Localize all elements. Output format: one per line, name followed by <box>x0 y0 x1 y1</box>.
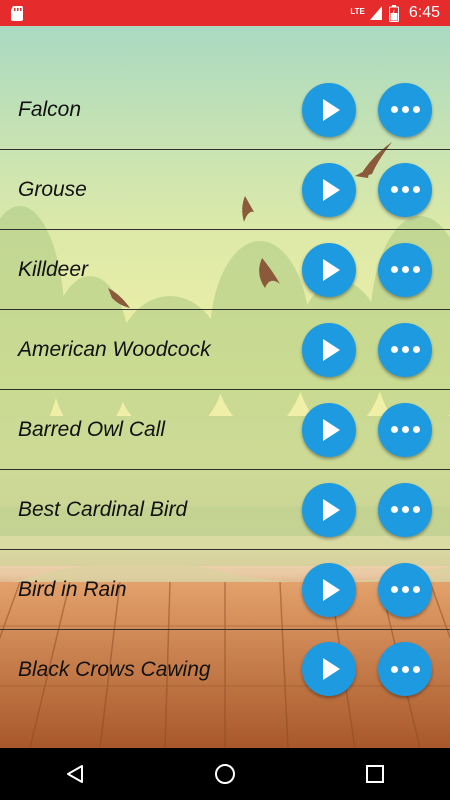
status-time: 6:45 <box>408 4 440 21</box>
more-icon <box>390 426 420 433</box>
sound-title: Falcon <box>18 97 82 121</box>
play-icon <box>323 658 340 680</box>
more-options-button[interactable] <box>378 242 432 297</box>
play-icon <box>323 578 340 601</box>
play-button[interactable] <box>302 562 356 617</box>
sound-title: Barred Owl Call <box>18 417 166 441</box>
status-bar: LTE 6:45 <box>0 0 450 26</box>
signal-icon <box>369 6 382 20</box>
status-left <box>10 5 24 21</box>
more-icon <box>390 506 420 513</box>
list-item[interactable]: American Woodcock <box>0 310 450 390</box>
more-options-button[interactable] <box>378 82 432 137</box>
play-button[interactable] <box>302 402 356 457</box>
more-options-button[interactable] <box>378 162 432 217</box>
play-icon <box>323 418 340 441</box>
status-right: LTE 6:45 <box>350 4 440 22</box>
play-button[interactable] <box>302 482 356 537</box>
more-icon <box>390 106 420 113</box>
home-icon <box>215 764 235 784</box>
back-icon <box>67 765 83 783</box>
play-button[interactable] <box>302 642 356 696</box>
list-item[interactable]: Best Cardinal Bird <box>0 470 450 550</box>
sound-title: Killdeer <box>18 257 89 281</box>
sound-list: Falcon Grouse Killdeer American Woodcock… <box>0 70 450 710</box>
list-item[interactable]: Killdeer <box>0 230 450 310</box>
more-icon <box>390 586 420 593</box>
more-options-button[interactable] <box>378 482 432 537</box>
list-item[interactable]: Barred Owl Call <box>0 390 450 470</box>
list-item[interactable]: Bird in Rain <box>0 550 450 630</box>
navigation-bar <box>0 748 450 800</box>
sound-list-screen: Falcon Grouse Killdeer American Woodcock… <box>0 26 450 748</box>
sound-title: Bird in Rain <box>18 577 127 601</box>
play-button[interactable] <box>302 82 356 137</box>
network-type-label: LTE <box>350 7 365 16</box>
more-icon <box>390 665 420 673</box>
sd-card-icon <box>11 6 23 21</box>
more-icon <box>390 346 420 353</box>
sound-title: Grouse <box>18 177 87 201</box>
back-button[interactable] <box>45 754 105 794</box>
play-icon <box>323 338 340 361</box>
sound-title: Best Cardinal Bird <box>18 497 188 521</box>
list-item[interactable]: Black Crows Cawing <box>0 630 450 710</box>
more-options-button[interactable] <box>378 642 432 696</box>
play-icon <box>323 98 340 121</box>
recents-button[interactable] <box>345 754 405 794</box>
play-icon <box>323 498 340 521</box>
more-icon <box>390 186 420 193</box>
play-icon <box>323 258 340 281</box>
play-icon <box>323 178 340 201</box>
play-button[interactable] <box>302 162 356 217</box>
list-item[interactable]: Grouse <box>0 150 450 230</box>
recents-icon <box>366 765 384 783</box>
battery-icon <box>388 4 399 22</box>
sound-title: Black Crows Cawing <box>18 658 211 681</box>
sound-title: American Woodcock <box>18 337 211 361</box>
home-button[interactable] <box>195 754 255 794</box>
more-options-button[interactable] <box>378 322 432 377</box>
list-item[interactable]: Falcon <box>0 70 450 150</box>
more-icon <box>390 266 420 273</box>
play-button[interactable] <box>302 322 356 377</box>
more-options-button[interactable] <box>378 402 432 457</box>
more-options-button[interactable] <box>378 562 432 617</box>
play-button[interactable] <box>302 242 356 297</box>
